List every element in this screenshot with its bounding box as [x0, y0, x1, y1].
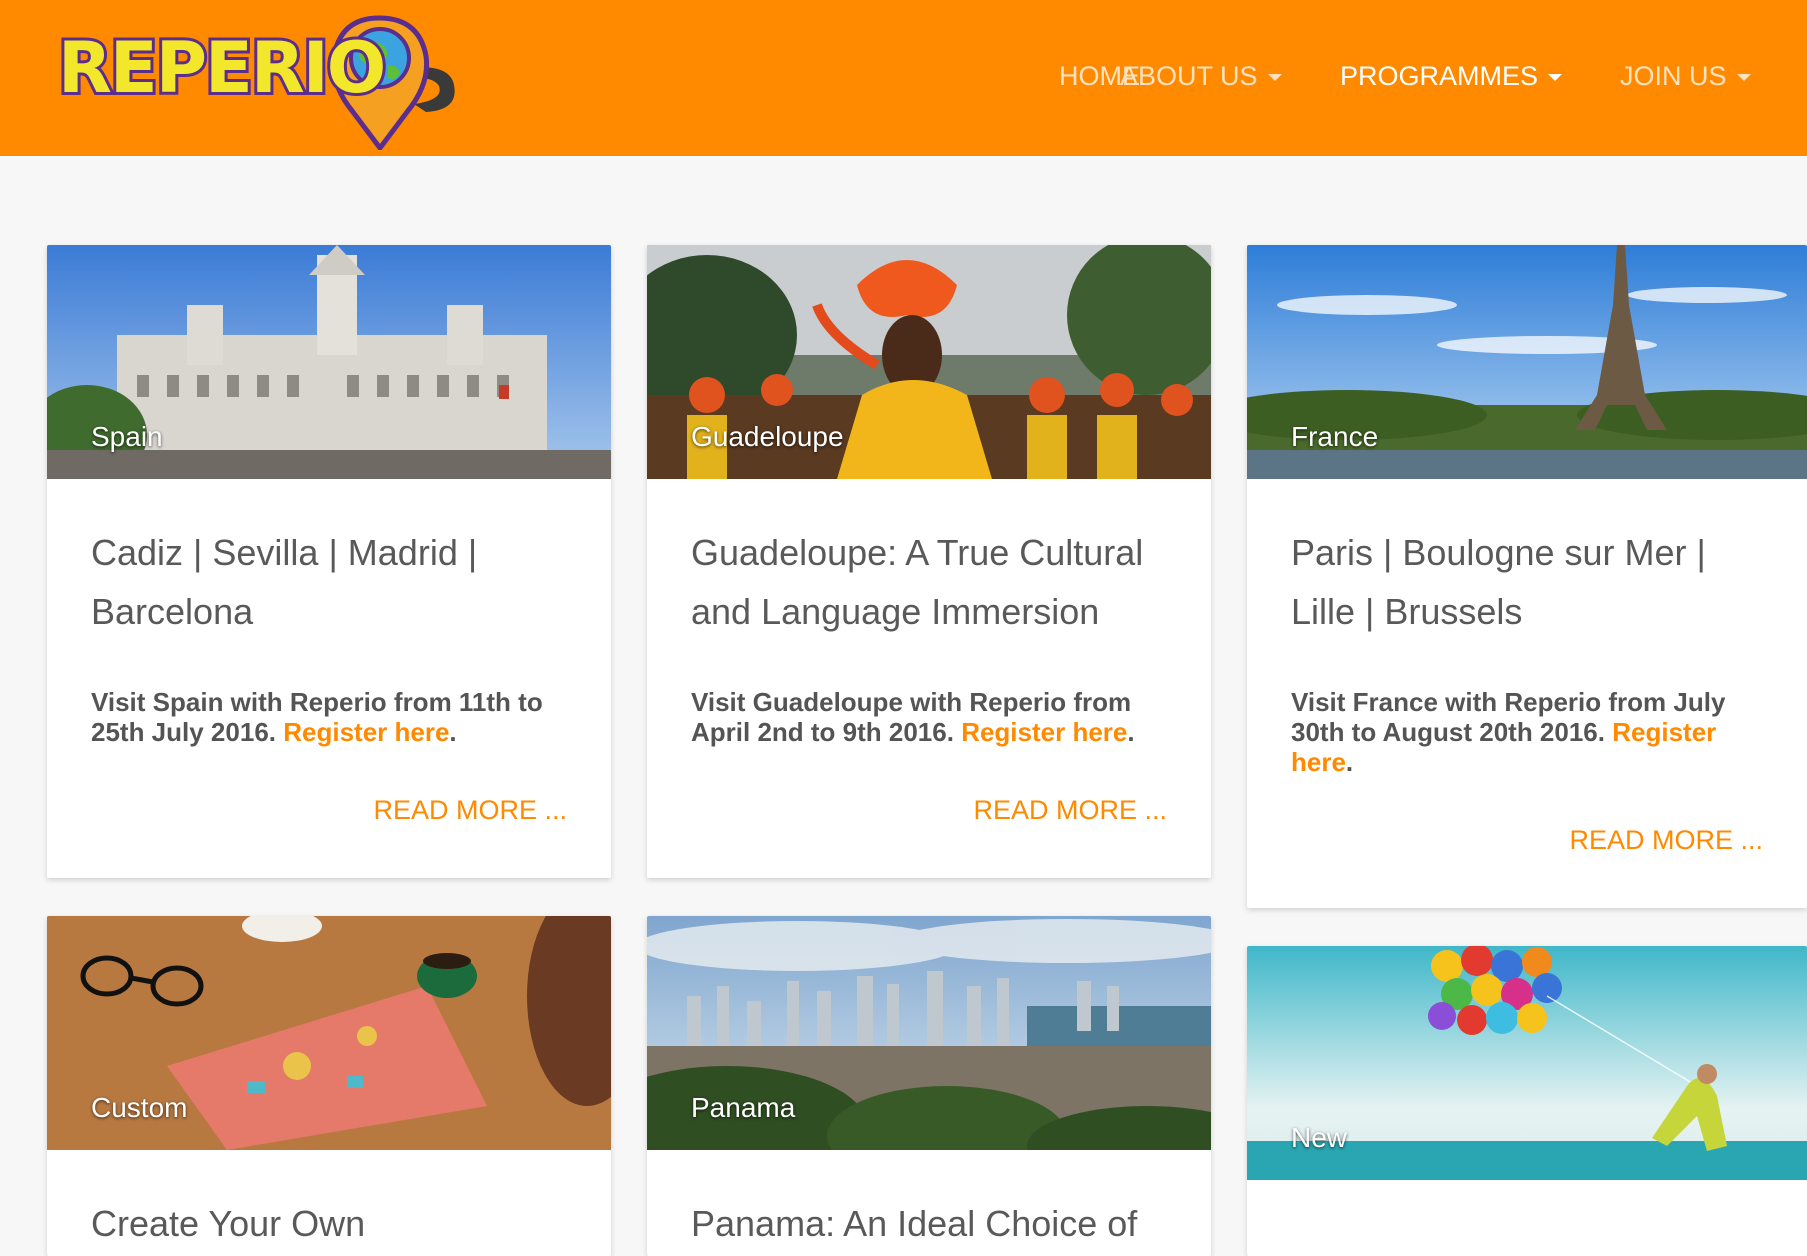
- svg-text:REPERIO: REPERIO: [58, 27, 384, 109]
- card-tag: Guadeloupe: [691, 421, 844, 452]
- register-link[interactable]: Register here: [283, 717, 449, 747]
- carnival-dancer-photo[interactable]: Guadeloupe: [647, 245, 1211, 479]
- programme-card-spain: Spain Cadiz | Sevilla | Madrid | Barcelo…: [47, 245, 611, 878]
- balloons-beach-photo[interactable]: New: [1247, 946, 1807, 1180]
- card-tag: Custom: [91, 1092, 188, 1123]
- desk-laptop-coffee-photo[interactable]: Custom: [47, 916, 611, 1150]
- programme-card-france: France Paris | Boulogne sur Mer | Lille …: [1247, 245, 1807, 908]
- card-title[interactable]: Paris | Boulogne sur Mer | Lille | Bruss…: [1291, 523, 1763, 641]
- card-tag: Spain: [91, 421, 163, 452]
- register-link[interactable]: Register here: [961, 717, 1127, 747]
- read-more-link[interactable]: READ MORE ...: [91, 795, 567, 878]
- reperio-logo[interactable]: REPERIO: [54, 0, 464, 150]
- card-description: Visit Spain with Reperio from 11th to 25…: [91, 687, 543, 747]
- card-description: Visit Guadeloupe with Reperio from April…: [691, 687, 1135, 747]
- card-tag: New: [1291, 1122, 1348, 1153]
- nav-programmes[interactable]: PROGRAMMES: [1340, 56, 1563, 96]
- panama-city-skyline-photo[interactable]: Panama: [647, 916, 1211, 1150]
- card-tag: Panama: [691, 1092, 796, 1123]
- nav-about-us[interactable]: ABOUT US: [1120, 56, 1282, 96]
- card-title[interactable]: Create Your Own: [91, 1194, 567, 1253]
- programme-card-guadeloupe: Guadeloupe Guadeloupe: A True Cultural a…: [647, 245, 1211, 878]
- eiffel-tower-photo[interactable]: France: [1247, 245, 1807, 479]
- read-more-link[interactable]: READ MORE ...: [691, 795, 1167, 878]
- programme-card-new: New: [1247, 946, 1807, 1256]
- chevron-down-icon: [1736, 74, 1751, 82]
- card-title[interactable]: Guadeloupe: A True Cultural and Language…: [691, 523, 1167, 641]
- card-description: Visit France with Reperio from July 30th…: [1291, 687, 1726, 777]
- madrid-palace-photo[interactable]: Spain: [47, 245, 611, 479]
- read-more-link[interactable]: READ MORE ...: [1291, 825, 1763, 908]
- programme-card-custom: Custom Create Your Own: [47, 916, 611, 1256]
- programme-card-panama: Panama Panama: An Ideal Choice of: [647, 916, 1211, 1256]
- map-pin-globe-logo: REPERIO: [55, 15, 455, 150]
- nav-join-us[interactable]: JOIN US: [1620, 56, 1751, 96]
- card-title[interactable]: Panama: An Ideal Choice of: [691, 1194, 1167, 1253]
- site-header: REPERIO HOME ABOUT US PROGRAMMES JOIN US: [0, 0, 1807, 156]
- chevron-down-icon: [1548, 74, 1563, 82]
- card-tag: France: [1291, 421, 1379, 452]
- card-title[interactable]: Cadiz | Sevilla | Madrid | Barcelona: [91, 523, 567, 641]
- chevron-down-icon: [1267, 74, 1282, 82]
